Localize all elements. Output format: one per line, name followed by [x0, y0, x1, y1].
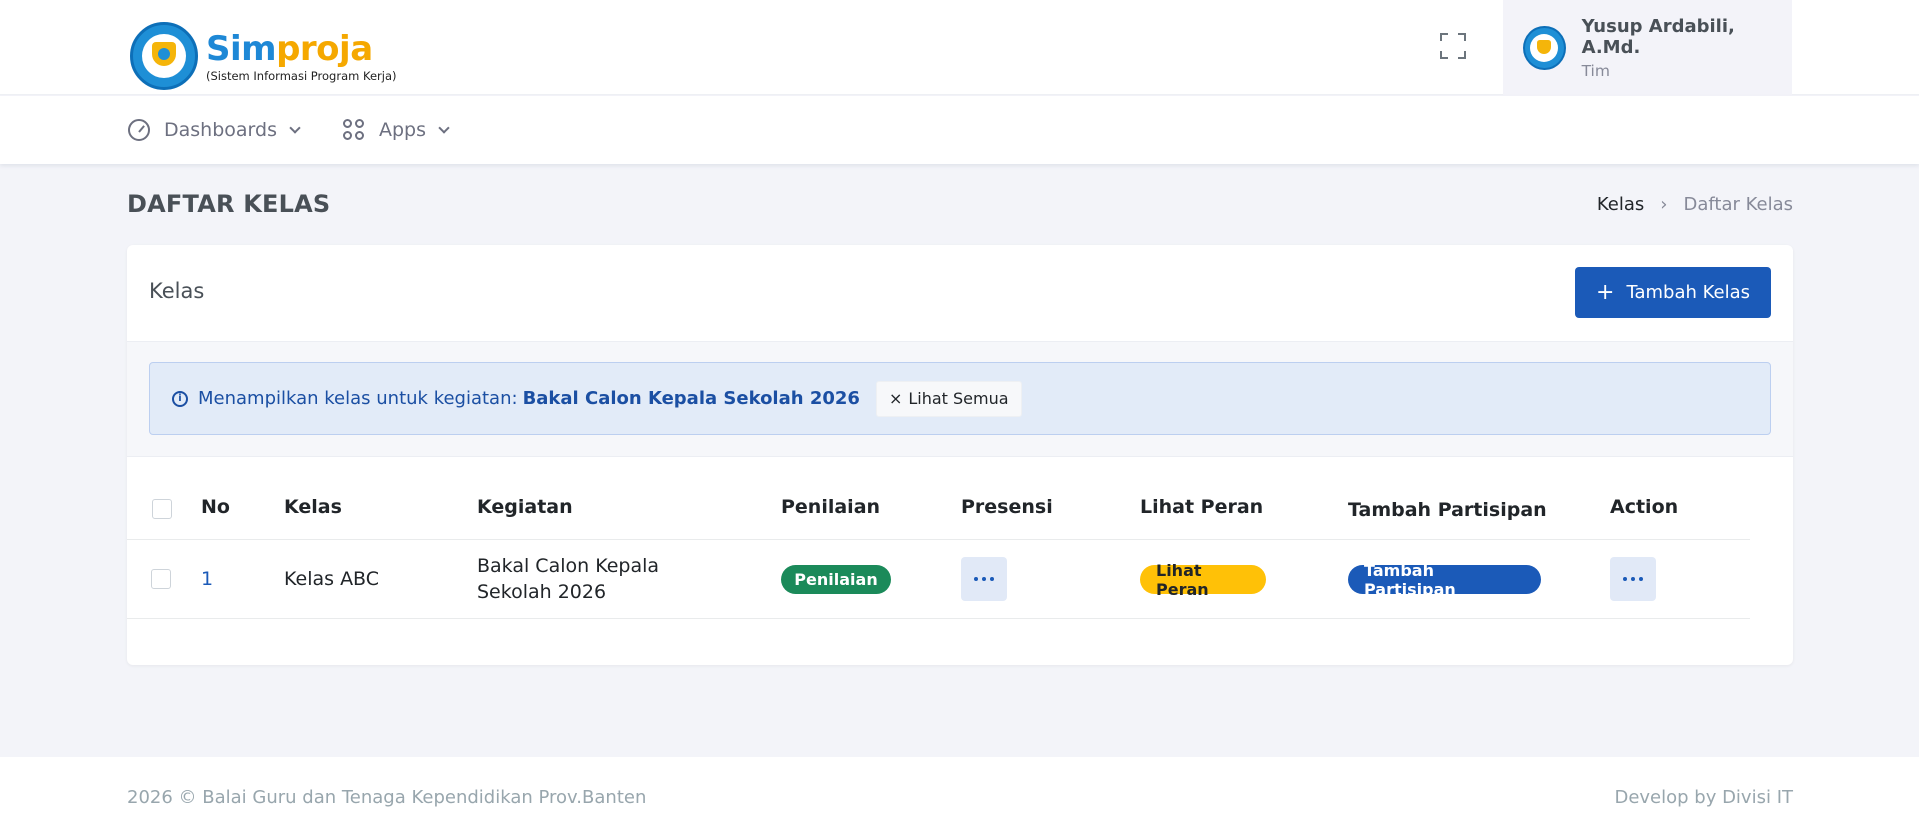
nav-item-apps[interactable]: Apps: [343, 96, 450, 164]
apps-grid-icon: [343, 119, 365, 141]
brand-subtitle: (Sistem Informasi Program Kerja): [206, 68, 397, 83]
column-header-kelas: Kelas: [284, 496, 342, 518]
footer-copyright: 2026 © Balai Guru dan Tenaga Kependidika…: [127, 787, 647, 808]
topbar: Simproja (Sistem Informasi Program Kerja…: [0, 0, 1919, 95]
user-menu[interactable]: Yusup Ardabili, A.Md. Tim: [1503, 0, 1792, 95]
filter-message: Menampilkan kelas untuk kegiatan:: [198, 388, 518, 409]
info-icon: i: [172, 390, 188, 407]
row-no[interactable]: 1: [201, 568, 213, 590]
tut-wuri-handayani-emblem-icon: [130, 22, 198, 90]
breadcrumb: Kelas › Daftar Kelas: [1597, 194, 1793, 215]
filter-activity-name: Bakal Calon Kepala Sekolah 2026: [522, 388, 860, 409]
add-class-label: Tambah Kelas: [1626, 282, 1750, 303]
brand-name: Simproja: [206, 30, 396, 68]
column-header-lihat-peran: Lihat Peran: [1140, 496, 1264, 518]
footer: 2026 © Balai Guru dan Tenaga Kependidika…: [0, 757, 1919, 838]
lihat-peran-button[interactable]: Lihat Peran: [1140, 561, 1266, 599]
filter-panel: i Menampilkan kelas untuk kegiatan: Baka…: [127, 341, 1793, 457]
presensi-more-button[interactable]: [961, 557, 1007, 601]
close-icon: ×: [888, 389, 903, 408]
column-header-presensi: Presensi: [961, 496, 1053, 518]
column-header-penilaian: Penilaian: [781, 496, 881, 518]
avatar: [1523, 25, 1566, 70]
column-header-action: Action: [1610, 496, 1679, 518]
action-more-button[interactable]: [1610, 557, 1656, 601]
row-kegiatan: Bakal Calon Kepala Sekolah 2026: [477, 555, 660, 603]
card-title: Kelas: [149, 279, 205, 303]
brand-name-part1: Sim: [206, 28, 277, 69]
add-class-button[interactable]: + Tambah Kelas: [1575, 267, 1771, 318]
table-row: 1 Kelas ABC Bakal Calon Kepala Sekolah 2…: [127, 540, 1750, 619]
breadcrumb-item-kelas[interactable]: Kelas: [1597, 194, 1644, 215]
select-all-checkbox[interactable]: [152, 499, 172, 519]
page-title: DAFTAR KELAS: [127, 190, 331, 218]
nav-item-dashboards[interactable]: Dashboards: [128, 96, 301, 164]
kelas-table: No Kelas Kegiatan Penilaian Presensi Lih…: [127, 477, 1750, 619]
show-all-button[interactable]: × Lihat Semua: [875, 380, 1022, 417]
breadcrumb-item-current: Daftar Kelas: [1683, 194, 1793, 215]
show-all-label: Lihat Semua: [908, 389, 1009, 408]
row-checkbox[interactable]: [151, 569, 171, 589]
plus-icon: +: [1596, 279, 1615, 305]
filter-alert: i Menampilkan kelas untuk kegiatan: Baka…: [149, 362, 1771, 435]
app-logo[interactable]: Simproja (Sistem Informasi Program Kerja…: [130, 22, 396, 90]
logo-text: Simproja (Sistem Informasi Program Kerja…: [206, 30, 396, 83]
chevron-right-icon: ›: [1660, 194, 1668, 215]
chevron-down-icon: [438, 121, 450, 134]
dashboard-gauge-icon: [128, 119, 150, 141]
kelas-card: Kelas + Tambah Kelas i Menampilkan kelas…: [127, 245, 1793, 665]
user-name: Yusup Ardabili, A.Md.: [1581, 15, 1735, 58]
brand-name-part2: proja: [276, 28, 373, 69]
row-kelas: Kelas ABC: [284, 568, 380, 590]
column-header-no: No: [201, 496, 230, 518]
table-header: No Kelas Kegiatan Penilaian Presensi Lih…: [127, 477, 1750, 540]
fullscreen-icon[interactable]: [1440, 33, 1466, 59]
column-header-tambah-partisipan: Tambah Partisipan: [1348, 499, 1547, 521]
footer-credit: Develop by Divisi IT: [1614, 787, 1793, 808]
penilaian-button[interactable]: Penilaian: [781, 565, 891, 594]
user-role: Tim: [1581, 61, 1610, 80]
chevron-down-icon: [289, 121, 301, 134]
nav-item-label: Apps: [379, 119, 427, 141]
tambah-partisipan-button[interactable]: Tambah Partisipan: [1348, 561, 1541, 599]
main-nav: Dashboards Apps: [0, 96, 1919, 164]
column-header-kegiatan: Kegiatan: [477, 496, 573, 518]
nav-item-label: Dashboards: [164, 119, 277, 141]
